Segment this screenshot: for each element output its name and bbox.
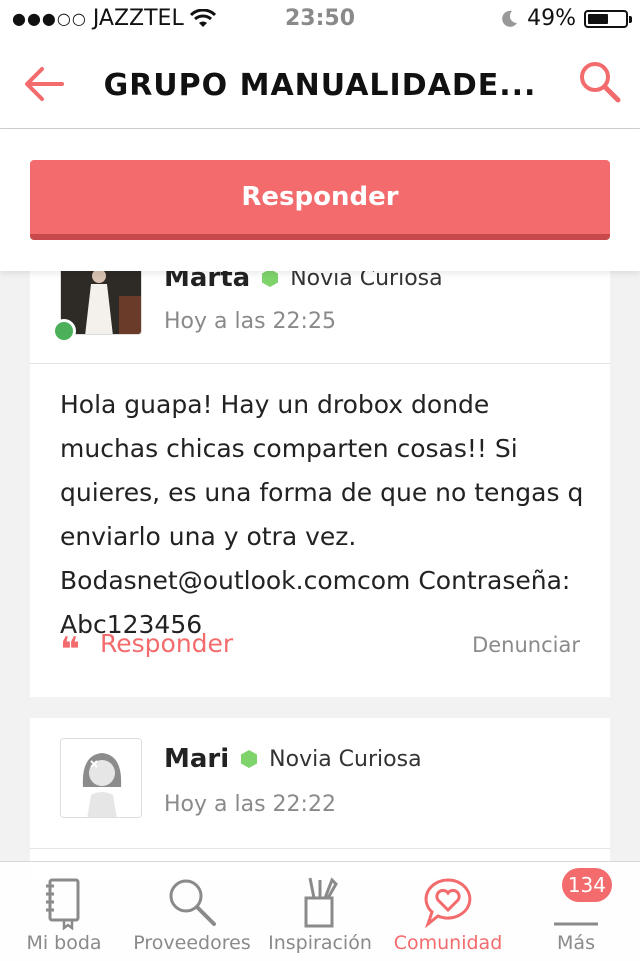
post-card: Mari Novia Curiosa Hoy a las 22:22 [30,718,610,878]
reply-link[interactable]: Responder [100,629,233,658]
status-right: 49% [499,6,632,31]
heart-bubble-icon [424,878,472,929]
post-author-row: Mari Novia Curiosa [164,744,422,774]
hexagon-icon [262,269,279,287]
report-link[interactable]: Denunciar [472,633,580,657]
back-arrow-icon[interactable] [22,62,66,106]
avatar[interactable] [60,738,142,818]
tab-mi-boda[interactable]: Mi boda [0,862,128,961]
tab-proveedores[interactable]: Proveedores [128,862,256,961]
post-card: Marta Novia Curiosa Hoy a las 22:25 Hola… [30,255,610,697]
status-bar: ●●●○○ JAZZTEL 23:50 49% [0,0,640,40]
author-name[interactable]: Mari [164,744,229,774]
reply-bar: Responder [0,129,640,271]
online-indicator [52,319,76,343]
moon-icon [502,10,518,27]
default-avatar-icon [61,739,141,817]
tab-label: Comunidad [393,932,503,954]
divider [30,848,610,849]
tab-mas[interactable]: 134 Más [512,862,640,961]
tab-label: Más [557,932,595,954]
tab-bar: Mi boda Proveedores Inspiración Comunida… [0,861,640,961]
tab-inspiracion[interactable]: Inspiración [256,862,384,961]
notification-badge: 134 [561,868,612,902]
tab-label: Mi boda [26,932,102,954]
quote-icon[interactable]: ❝ [60,633,80,667]
post-body: Hola guapa! Hay un drobox donde muchas c… [60,390,584,639]
page-title: GRUPO MANUALIDADE... [103,68,537,103]
hexagon-icon [241,750,258,768]
post-time: Hoy a las 22:25 [164,309,336,334]
tab-comunidad[interactable]: Comunidad [384,862,512,961]
divider [30,363,610,364]
reply-button[interactable]: Responder [30,160,610,240]
tab-label: Inspiración [268,932,372,954]
user-badge: Novia Curiosa [269,746,422,772]
nav-bar: GRUPO MANUALIDADE... [0,40,640,129]
post-time: Hoy a las 22:22 [164,792,336,817]
battery-percent: 49% [527,6,576,31]
battery-icon [584,9,632,28]
notebook-icon [46,878,80,930]
craft-cup-icon [304,877,338,928]
tab-label: Proveedores [133,932,251,954]
search-icon [169,879,216,926]
search-icon[interactable] [576,58,622,104]
